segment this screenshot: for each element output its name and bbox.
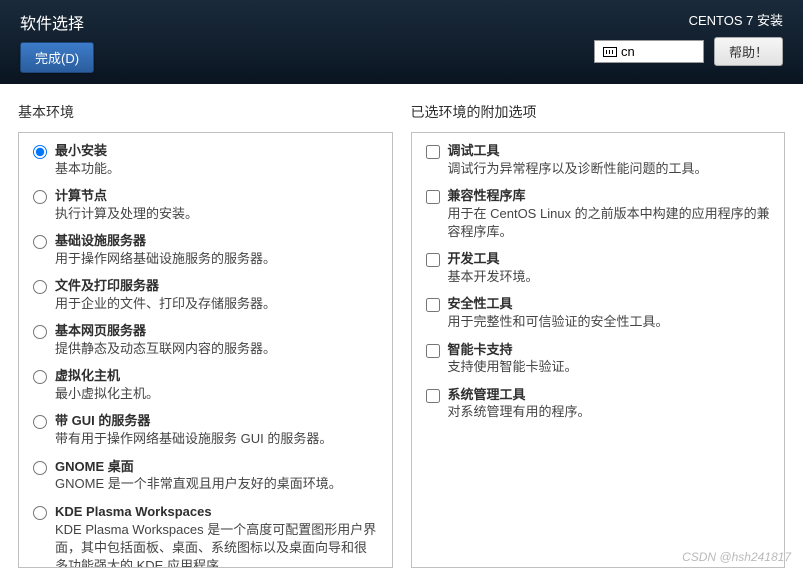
env-option-text: GNOME 桌面GNOME 是一个非常直观且用户友好的桌面环境。 (55, 459, 378, 494)
env-radio[interactable] (33, 145, 47, 159)
env-radio[interactable] (33, 235, 47, 249)
env-option-text: 虚拟化主机最小虚拟化主机。 (55, 368, 378, 403)
addon-option[interactable]: 兼容性程序库用于在 CentOS Linux 的之前版本中构建的应用程序的兼容程… (426, 188, 771, 241)
env-option-desc: 用于操作网络基础设施服务的服务器。 (55, 250, 378, 268)
install-title: CENTOS 7 安装 (689, 10, 783, 29)
installer-header: 软件选择 完成(D) CENTOS 7 安装 cn 帮助！ (0, 0, 803, 84)
addon-option-label: 开发工具 (448, 251, 771, 268)
addon-option-text: 智能卡支持支持使用智能卡验证。 (448, 342, 771, 377)
page-title: 软件选择 (20, 10, 84, 34)
env-radio[interactable] (33, 461, 47, 475)
addons-panel: 调试工具调试行为异常程序以及诊断性能问题的工具。兼容性程序库用于在 CentOS… (411, 132, 786, 568)
base-env-title: 基本环境 (18, 102, 393, 122)
env-radio[interactable] (33, 370, 47, 384)
env-option-text: 基础设施服务器用于操作网络基础设施服务的服务器。 (55, 233, 378, 268)
env-option[interactable]: 带 GUI 的服务器带有用于操作网络基础设施服务 GUI 的服务器。 (33, 413, 378, 448)
addon-option-desc: 调试行为异常程序以及诊断性能问题的工具。 (448, 160, 771, 178)
lang-code: cn (621, 44, 635, 59)
env-option-desc: 最小虚拟化主机。 (55, 385, 378, 403)
env-option-label: 基本网页服务器 (55, 323, 378, 340)
keyboard-icon (603, 47, 617, 57)
env-option-text: KDE Plasma WorkspacesKDE Plasma Workspac… (55, 504, 378, 568)
done-button[interactable]: 完成(D) (20, 42, 94, 73)
addon-option-text: 调试工具调试行为异常程序以及诊断性能问题的工具。 (448, 143, 771, 178)
addon-option-text: 兼容性程序库用于在 CentOS Linux 的之前版本中构建的应用程序的兼容程… (448, 188, 771, 241)
header-right: CENTOS 7 安装 cn 帮助！ (594, 10, 783, 84)
base-env-panel: 最小安装基本功能。计算节点执行计算及处理的安装。基础设施服务器用于操作网络基础设… (18, 132, 393, 568)
env-option-desc: 基本功能。 (55, 160, 378, 178)
keyboard-layout-selector[interactable]: cn (594, 40, 704, 63)
env-option[interactable]: 文件及打印服务器用于企业的文件、打印及存储服务器。 (33, 278, 378, 313)
env-option-label: 基础设施服务器 (55, 233, 378, 250)
env-option-desc: 用于企业的文件、打印及存储服务器。 (55, 295, 378, 313)
env-option-desc: GNOME 是一个非常直观且用户友好的桌面环境。 (55, 475, 378, 493)
addon-option-text: 安全性工具用于完整性和可信验证的安全性工具。 (448, 296, 771, 331)
addon-option-label: 安全性工具 (448, 296, 771, 313)
env-option[interactable]: 计算节点执行计算及处理的安装。 (33, 188, 378, 223)
addon-checkbox[interactable] (426, 145, 440, 159)
env-option[interactable]: 基本网页服务器提供静态及动态互联网内容的服务器。 (33, 323, 378, 358)
env-option[interactable]: KDE Plasma WorkspacesKDE Plasma Workspac… (33, 504, 378, 568)
addon-option[interactable]: 安全性工具用于完整性和可信验证的安全性工具。 (426, 296, 771, 331)
help-button[interactable]: 帮助！ (714, 37, 783, 66)
env-option-label: 计算节点 (55, 188, 378, 205)
addon-option-desc: 支持使用智能卡验证。 (448, 358, 771, 376)
addon-checkbox[interactable] (426, 298, 440, 312)
addon-option[interactable]: 调试工具调试行为异常程序以及诊断性能问题的工具。 (426, 143, 771, 178)
addon-option-label: 调试工具 (448, 143, 771, 160)
addon-checkbox[interactable] (426, 190, 440, 204)
addon-checkbox[interactable] (426, 389, 440, 403)
addon-option-label: 系统管理工具 (448, 387, 771, 404)
env-radio[interactable] (33, 506, 47, 520)
env-option[interactable]: 最小安装基本功能。 (33, 143, 378, 178)
addon-option[interactable]: 开发工具基本开发环境。 (426, 251, 771, 286)
header-left: 软件选择 完成(D) (20, 10, 94, 84)
env-option-label: 带 GUI 的服务器 (55, 413, 378, 430)
env-option-desc: 提供静态及动态互联网内容的服务器。 (55, 340, 378, 358)
env-option-label: GNOME 桌面 (55, 459, 378, 476)
env-option-label: KDE Plasma Workspaces (55, 504, 378, 521)
addon-option-desc: 基本开发环境。 (448, 268, 771, 286)
addon-option-desc: 用于完整性和可信验证的安全性工具。 (448, 313, 771, 331)
left-column: 基本环境 最小安装基本功能。计算节点执行计算及处理的安装。基础设施服务器用于操作… (18, 102, 393, 568)
env-option-label: 文件及打印服务器 (55, 278, 378, 295)
env-radio[interactable] (33, 280, 47, 294)
addon-option-desc: 用于在 CentOS Linux 的之前版本中构建的应用程序的兼容程序库。 (448, 205, 771, 241)
env-option-desc: 带有用于操作网络基础设施服务 GUI 的服务器。 (55, 430, 378, 448)
env-option-text: 最小安装基本功能。 (55, 143, 378, 178)
addon-option-desc: 对系统管理有用的程序。 (448, 403, 771, 421)
addon-option[interactable]: 系统管理工具对系统管理有用的程序。 (426, 387, 771, 422)
header-controls: cn 帮助！ (594, 37, 783, 66)
env-option[interactable]: 虚拟化主机最小虚拟化主机。 (33, 368, 378, 403)
env-radio[interactable] (33, 190, 47, 204)
env-option-desc: 执行计算及处理的安装。 (55, 205, 378, 223)
addon-option[interactable]: 智能卡支持支持使用智能卡验证。 (426, 342, 771, 377)
env-option-text: 文件及打印服务器用于企业的文件、打印及存储服务器。 (55, 278, 378, 313)
env-option-label: 最小安装 (55, 143, 378, 160)
env-radio[interactable] (33, 415, 47, 429)
addon-checkbox[interactable] (426, 253, 440, 267)
env-option-label: 虚拟化主机 (55, 368, 378, 385)
addons-title: 已选环境的附加选项 (411, 102, 786, 122)
addon-option-text: 系统管理工具对系统管理有用的程序。 (448, 387, 771, 422)
env-option-text: 基本网页服务器提供静态及动态互联网内容的服务器。 (55, 323, 378, 358)
addon-option-label: 智能卡支持 (448, 342, 771, 359)
env-radio[interactable] (33, 325, 47, 339)
env-option-text: 带 GUI 的服务器带有用于操作网络基础设施服务 GUI 的服务器。 (55, 413, 378, 448)
addon-checkbox[interactable] (426, 344, 440, 358)
addon-option-text: 开发工具基本开发环境。 (448, 251, 771, 286)
content-area: 基本环境 最小安装基本功能。计算节点执行计算及处理的安装。基础设施服务器用于操作… (0, 84, 803, 568)
env-option[interactable]: 基础设施服务器用于操作网络基础设施服务的服务器。 (33, 233, 378, 268)
env-option[interactable]: GNOME 桌面GNOME 是一个非常直观且用户友好的桌面环境。 (33, 459, 378, 494)
env-option-desc: KDE Plasma Workspaces 是一个高度可配置图形用户界面，其中包… (55, 521, 378, 568)
right-column: 已选环境的附加选项 调试工具调试行为异常程序以及诊断性能问题的工具。兼容性程序库… (411, 102, 786, 568)
env-option-text: 计算节点执行计算及处理的安装。 (55, 188, 378, 223)
addon-option-label: 兼容性程序库 (448, 188, 771, 205)
